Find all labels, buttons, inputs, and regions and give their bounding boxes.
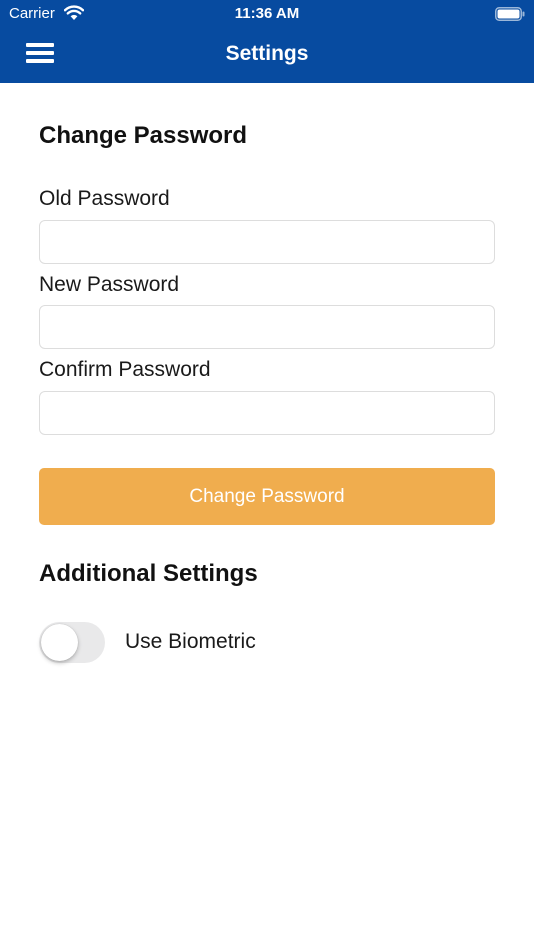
status-bar: Carrier 11:36 AM [0, 0, 534, 28]
additional-settings-heading: Additional Settings [39, 560, 258, 587]
new-password-input[interactable] [39, 305, 495, 349]
biometric-label: Use Biometric [125, 630, 256, 653]
biometric-toggle[interactable] [39, 622, 105, 663]
status-time: 11:36 AM [234, 5, 300, 22]
confirm-password-label: Confirm Password [39, 358, 211, 381]
top-bar: Carrier 11:36 AM Settings [0, 0, 534, 83]
new-password-label: New Password [39, 273, 180, 296]
old-password-label: Old Password [39, 187, 170, 210]
toggle-knob [41, 624, 78, 661]
battery-icon [495, 7, 525, 21]
confirm-password-input[interactable] [39, 391, 495, 435]
page-title: Settings [225, 42, 309, 65]
change-password-heading: Change Password [39, 122, 248, 149]
old-password-input[interactable] [39, 220, 495, 264]
change-password-button[interactable]: Change Password [39, 468, 495, 525]
